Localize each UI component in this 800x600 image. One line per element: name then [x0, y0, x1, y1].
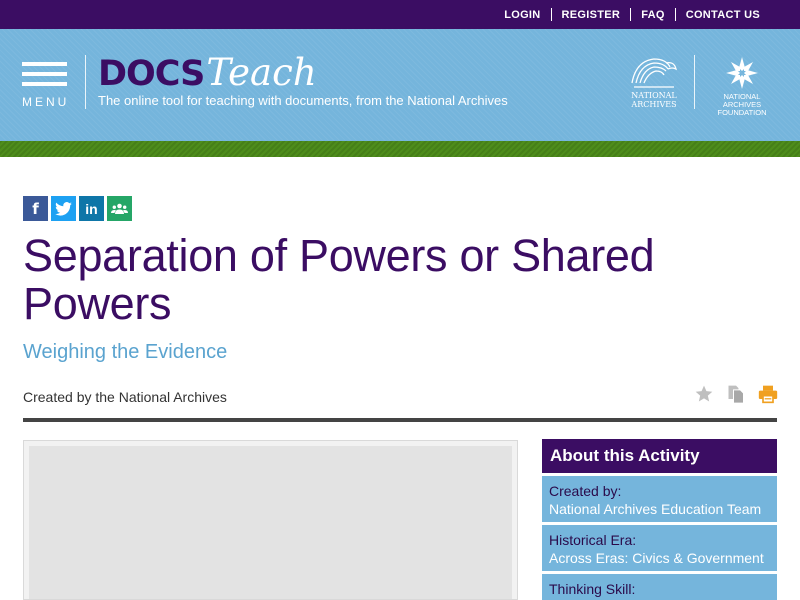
classroom-icon	[111, 203, 128, 214]
activity-preview[interactable]	[23, 440, 518, 600]
faq-link[interactable]: FAQ	[631, 9, 675, 21]
about-row-created-by: Created by: National Archives Education …	[542, 476, 777, 522]
docsteach-logo[interactable]: DOCS Teach	[98, 51, 317, 95]
about-heading: About this Activity	[542, 439, 777, 473]
utility-nav: LOGIN REGISTER FAQ CONTACT US	[494, 0, 770, 29]
section-divider	[23, 418, 777, 422]
header-divider	[85, 55, 86, 109]
site-header: MENU DOCS Teach The online tool for teac…	[0, 29, 800, 141]
linkedin-icon: in	[85, 200, 98, 217]
facebook-share-button[interactable]: f	[23, 196, 48, 221]
about-value-link[interactable]: Across Eras: Civics & Government	[549, 549, 770, 568]
login-link[interactable]: LOGIN	[494, 9, 550, 21]
social-share-buttons: f in	[23, 196, 132, 221]
google-classroom-share-button[interactable]	[107, 196, 132, 221]
print-icon[interactable]	[758, 383, 778, 405]
register-link[interactable]: REGISTER	[552, 9, 631, 21]
green-accent-bar	[0, 141, 800, 157]
page-subtitle: Weighing the Evidence	[23, 341, 228, 363]
about-row-historical-era: Historical Era: Across Eras: Civics & Go…	[542, 525, 777, 571]
eagle-icon	[631, 58, 677, 88]
hamburger-icon	[22, 72, 67, 76]
na-foundation-logo[interactable]: NATIONAL ARCHIVES FOUNDATION	[704, 55, 780, 117]
linkedin-share-button[interactable]: in	[79, 196, 104, 221]
facebook-icon: f	[32, 199, 39, 218]
page-title: Separation of Powers or Shared Powers	[23, 230, 655, 329]
logo-docs-text: DOCS	[98, 54, 205, 94]
activity-tools	[694, 383, 778, 405]
about-activity-panel: About this Activity Created by: National…	[542, 439, 777, 600]
about-key: Created by:	[549, 483, 622, 499]
created-by-text: Created by the National Archives	[23, 389, 227, 405]
star-icon[interactable]	[694, 383, 714, 405]
top-utility-bar: LOGIN REGISTER FAQ CONTACT US	[0, 0, 800, 29]
hamburger-icon	[22, 62, 67, 66]
activity-preview-frame	[29, 446, 512, 599]
foundation-star-icon	[726, 57, 758, 89]
naf-logo-text: NATIONAL ARCHIVES FOUNDATION	[717, 92, 767, 117]
menu-button[interactable]: MENU	[22, 62, 68, 110]
about-row-thinking-skill: Thinking Skill:	[542, 574, 777, 600]
header-divider	[694, 55, 695, 109]
about-value-link[interactable]: National Archives Education Team	[549, 500, 770, 519]
about-key: Thinking Skill:	[549, 581, 636, 597]
national-archives-logo[interactable]: NATIONAL ARCHIVES	[626, 53, 682, 111]
site-tagline: The online tool for teaching with docume…	[98, 93, 508, 108]
hamburger-icon	[22, 82, 67, 86]
about-key: Historical Era:	[549, 532, 637, 548]
twitter-icon	[55, 201, 72, 216]
logo-teach-text: Teach	[206, 51, 317, 94]
na-logo-text: NATIONAL ARCHIVES	[631, 91, 677, 109]
copy-icon[interactable]	[726, 383, 746, 405]
menu-label: MENU	[22, 95, 70, 109]
contact-us-link[interactable]: CONTACT US	[676, 9, 770, 21]
twitter-share-button[interactable]	[51, 196, 76, 221]
